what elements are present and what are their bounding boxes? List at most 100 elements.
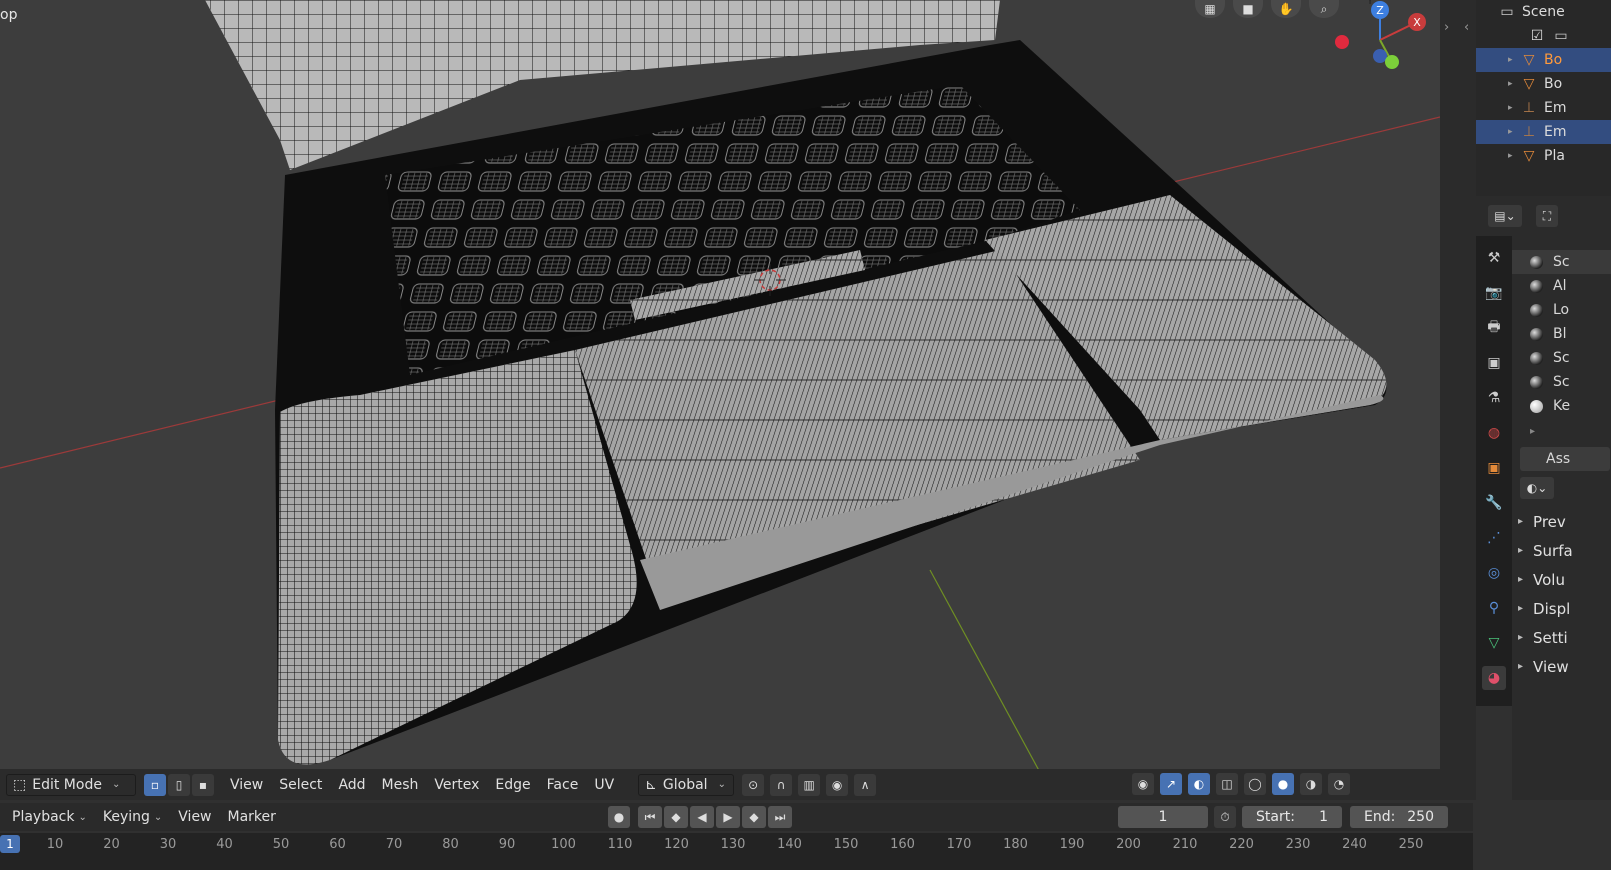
- expand-arrow-icon[interactable]: ▸: [1508, 103, 1520, 113]
- outliner-row[interactable]: ▸ ▽ Bo: [1476, 72, 1611, 96]
- pan-hand-icon[interactable]: ✋: [1271, 0, 1301, 18]
- overlays-toggle-icon[interactable]: ◐: [1188, 773, 1210, 795]
- menu-add[interactable]: Add: [330, 774, 373, 796]
- material-slot[interactable]: Sc: [1512, 346, 1611, 370]
- pivot-point-icon[interactable]: ⊙: [742, 773, 765, 796]
- menu-select[interactable]: Select: [271, 774, 330, 796]
- gizmo-toggle-icon[interactable]: ↗: [1160, 773, 1182, 795]
- x-axis-label: X: [1413, 16, 1421, 29]
- object-tab-icon[interactable]: ▣: [1482, 456, 1506, 480]
- menu-marker[interactable]: Marker: [220, 806, 284, 828]
- material-browse-icon[interactable]: ◐⌄: [1520, 477, 1554, 499]
- slot-list-expand-icon[interactable]: ▸: [1512, 426, 1611, 437]
- material-slot[interactable]: Sc: [1512, 250, 1611, 274]
- solid-shading-icon[interactable]: ●: [1272, 773, 1294, 795]
- scene-tab-icon[interactable]: ⚗: [1482, 386, 1506, 410]
- current-frame-field[interactable]: 1: [1118, 806, 1208, 828]
- data-tab-icon[interactable]: ▽: [1482, 631, 1506, 655]
- face-select-icon[interactable]: ▪: [192, 773, 214, 796]
- proportional-edit-icon[interactable]: ◉: [826, 773, 849, 796]
- material-slot[interactable]: Ke: [1512, 394, 1611, 418]
- menu-mesh[interactable]: Mesh: [374, 774, 427, 796]
- menu-face[interactable]: Face: [539, 774, 587, 796]
- view-layer-tab-icon[interactable]: ▣: [1482, 351, 1506, 375]
- menu-keying[interactable]: Keying ⌄: [95, 806, 170, 828]
- expand-arrow-icon[interactable]: ▸: [1508, 127, 1520, 137]
- tool-tab-icon[interactable]: ⚒: [1482, 246, 1506, 270]
- outliner-row[interactable]: ▭ Scene: [1476, 0, 1611, 24]
- mode-selector[interactable]: ⬚ Edit Mode ⌄: [6, 773, 136, 796]
- panel-section-header[interactable]: ▸ Surfa: [1512, 536, 1611, 565]
- panel-section-header[interactable]: ▸ Displ: [1512, 594, 1611, 623]
- menu-timeline-view[interactable]: View: [170, 806, 219, 828]
- material-slot[interactable]: Sc: [1512, 370, 1611, 394]
- xray-toggle-icon[interactable]: ◫: [1216, 773, 1238, 795]
- grid-toggle-icon[interactable]: ▦: [1195, 0, 1225, 18]
- material-slot[interactable]: Bl: [1512, 322, 1611, 346]
- menu-view[interactable]: View: [222, 774, 271, 796]
- menu-uv[interactable]: UV: [586, 774, 622, 796]
- outliner-row[interactable]: ▸ ⊥ Em: [1476, 120, 1611, 144]
- material-tab-icon[interactable]: ◕: [1482, 666, 1506, 690]
- render-tab-icon[interactable]: 📷: [1482, 281, 1506, 305]
- world-tab-icon[interactable]: ◍: [1482, 421, 1506, 445]
- ruler-tick-label: 150: [833, 837, 859, 852]
- particles-tab-icon[interactable]: ⋰: [1482, 526, 1506, 550]
- navigation-gizmo[interactable]: Z X Y: [1330, 0, 1440, 75]
- snap-target-icon[interactable]: ▥: [798, 773, 821, 796]
- jump-start-icon[interactable]: ⏮: [638, 806, 662, 828]
- outliner-row[interactable]: ▸ ⊥ Em: [1476, 96, 1611, 120]
- menu-vertex[interactable]: Vertex: [426, 774, 487, 796]
- menu-edge[interactable]: Edge: [487, 774, 538, 796]
- physics-tab-icon[interactable]: ◎: [1482, 561, 1506, 585]
- jump-end-icon[interactable]: ⏭: [768, 806, 792, 828]
- 3d-viewport[interactable]: op ▦ ■ ✋ ⌕ Z X Y: [0, 0, 1440, 800]
- wireframe-shading-icon[interactable]: ◯: [1244, 773, 1266, 795]
- editor-type-icon[interactable]: ▤⌄: [1488, 205, 1522, 227]
- panel-section-header[interactable]: ▸ View: [1512, 652, 1611, 681]
- play-icon[interactable]: ▶: [716, 806, 740, 828]
- checkbox-icon[interactable]: ☑: [1528, 28, 1546, 44]
- expand-right-icon[interactable]: ›: [1444, 20, 1449, 35]
- edge-select-icon[interactable]: ▯: [168, 773, 190, 796]
- modifier-tab-icon[interactable]: 🔧: [1482, 491, 1506, 515]
- stopwatch-icon[interactable]: ⏱: [1214, 806, 1236, 828]
- expand-arrow-icon[interactable]: ▸: [1508, 79, 1520, 89]
- material-slot[interactable]: Lo: [1512, 298, 1611, 322]
- falloff-curve-icon[interactable]: ∧: [854, 773, 877, 796]
- menu-playback[interactable]: Playback ⌄: [4, 806, 95, 828]
- viewport-header: ⬚ Edit Mode ⌄ ▫ ▯ ▪ View Select Add Mesh…: [0, 769, 1440, 800]
- expand-left-icon[interactable]: ‹: [1464, 20, 1469, 35]
- material-shading-icon[interactable]: ◑: [1300, 773, 1322, 795]
- vertex-select-icon[interactable]: ▫: [144, 773, 166, 796]
- outliner-row[interactable]: ☑ ▭: [1476, 24, 1611, 48]
- header-menus: View Select Add Mesh Vertex Edge Face UV: [222, 774, 622, 796]
- output-tab-icon[interactable]: 🖶: [1482, 316, 1506, 340]
- visibility-eye-icon[interactable]: ◉: [1132, 773, 1154, 795]
- expand-arrow-icon[interactable]: ▸: [1508, 55, 1520, 65]
- start-frame-field[interactable]: Start: 1: [1242, 806, 1342, 828]
- prev-keyframe-icon[interactable]: ◆: [664, 806, 688, 828]
- assign-button[interactable]: Ass: [1520, 447, 1610, 471]
- expand-arrow-icon[interactable]: ▸: [1508, 151, 1520, 161]
- end-frame-field[interactable]: End: 250: [1350, 806, 1448, 828]
- panel-section-header[interactable]: ▸ Prev: [1512, 507, 1611, 536]
- panel-section-header[interactable]: ▸ Setti: [1512, 623, 1611, 652]
- record-icon[interactable]: ●: [608, 806, 630, 828]
- camera-view-icon[interactable]: ■: [1233, 0, 1263, 18]
- frame-ruler[interactable]: 1 10 20 30 40 50 60 70 80 90 100 110 120 130 140 150 16…: [0, 833, 1473, 870]
- current-frame-marker[interactable]: 1: [0, 835, 20, 853]
- panel-section-header[interactable]: ▸ Volu: [1512, 565, 1611, 594]
- transform-orientation-selector[interactable]: ⊾ Global ⌄: [638, 773, 735, 796]
- next-keyframe-icon[interactable]: ◆: [742, 806, 766, 828]
- play-reverse-icon[interactable]: ◀: [690, 806, 714, 828]
- material-slot-label: Sc: [1553, 374, 1570, 390]
- outliner-row[interactable]: ▸ ▽ Pla: [1476, 144, 1611, 168]
- constraints-tab-icon[interactable]: ⚲: [1482, 596, 1506, 620]
- ruler-tick-label: 40: [216, 837, 233, 852]
- rendered-shading-icon[interactable]: ◔: [1328, 773, 1350, 795]
- outliner-row[interactable]: ▸ ▽ Bo: [1476, 48, 1611, 72]
- pin-icon[interactable]: ⛶: [1536, 205, 1558, 227]
- material-slot[interactable]: Al: [1512, 274, 1611, 298]
- snap-icon[interactable]: ∩: [770, 773, 793, 796]
